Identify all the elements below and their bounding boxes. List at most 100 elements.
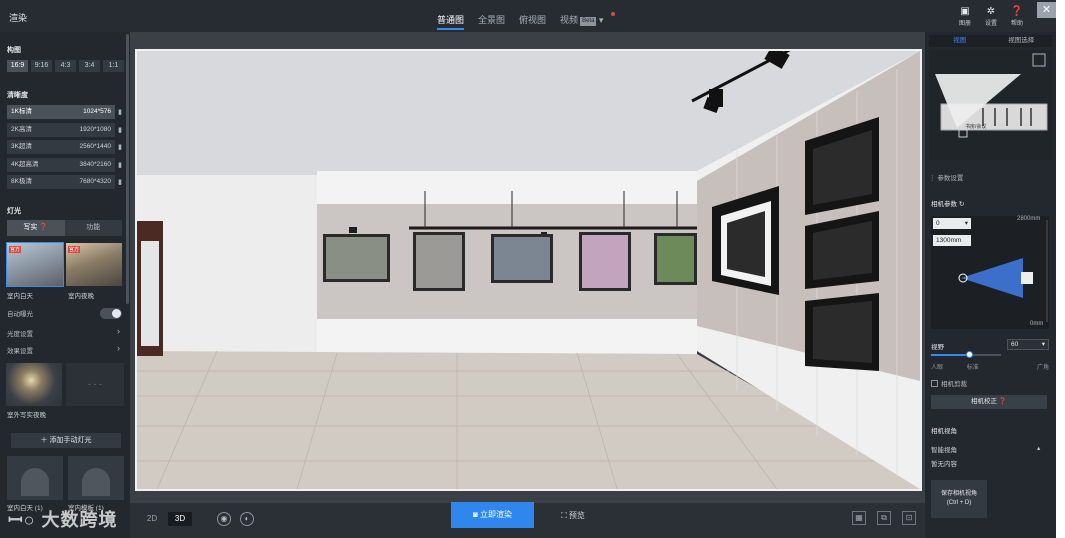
tab-panorama[interactable]: 全景图: [471, 0, 512, 32]
resolution-title: 清晰度: [7, 92, 28, 99]
effect-settings-link[interactable]: 效果设置 ›: [7, 343, 122, 355]
save-camera-view-button[interactable]: 保存相机视角 (Ctrl + D): [931, 480, 987, 518]
res-size: 1024*576: [83, 108, 111, 115]
environment-thumbnail[interactable]: [6, 363, 62, 406]
tab-realistic-label: 写实: [23, 224, 38, 231]
resolution-option-4k[interactable]: 4K超高清 3840*2160 ▮: [7, 157, 122, 172]
ratio-16-9[interactable]: 16:9: [7, 60, 28, 72]
reset-icon[interactable]: ↻: [959, 201, 964, 208]
watermark-logo: ꟷ○ 大数跨境: [8, 506, 118, 532]
fov-slider[interactable]: [931, 351, 1001, 358]
minimap-room-label: 书房/会议: [965, 124, 987, 130]
lock-icon: ▮: [118, 144, 122, 151]
notification-dot: [611, 12, 616, 16]
watermark-icon: ꟷ○: [8, 510, 36, 530]
res-name: 8K极清: [11, 178, 32, 185]
res-size: 2560*1440: [79, 143, 111, 150]
plus-icon: ＋: [40, 437, 48, 444]
help-label: 帮助: [1010, 21, 1023, 27]
res-size: 7680*4320: [79, 178, 111, 185]
auto-exposure-toggle[interactable]: [100, 308, 122, 319]
camera-icon: ◙: [472, 510, 478, 519]
camera-correct-button[interactable]: 相机校正 ❓: [931, 395, 1047, 409]
light-card[interactable]: [7, 456, 63, 500]
light-card[interactable]: [68, 456, 124, 500]
ratio-9-16[interactable]: 9:16: [31, 60, 52, 72]
environment-empty-slot[interactable]: - - -: [66, 363, 124, 406]
tab-video[interactable]: 视频 Beta ▾: [553, 0, 617, 32]
help-icon: ❓: [1010, 6, 1024, 17]
beta-badge: Beta: [580, 17, 597, 26]
chevron-up-icon[interactable]: ▴: [1037, 444, 1040, 452]
preset-indoor-night[interactable]: 官方: [66, 243, 122, 286]
lock-icon: ▮: [118, 109, 122, 116]
light-settings-link[interactable]: 光度设置 ›: [7, 326, 122, 338]
grid-view-icon[interactable]: ▦: [852, 511, 866, 525]
mode-3d-button[interactable]: 3D: [168, 512, 192, 526]
effect-settings-label: 效果设置: [7, 348, 33, 355]
eye-icon[interactable]: ◉: [217, 512, 231, 526]
screenshot-icon[interactable]: ⧉: [877, 511, 891, 525]
tab-top-view[interactable]: 俯视图: [512, 0, 553, 32]
camera-height-input[interactable]: 0 ▾: [933, 218, 971, 229]
fit-view-icon[interactable]: ⊡: [902, 511, 916, 525]
chevron-down-icon: ▾: [964, 220, 968, 227]
preset-label: 室内白天: [7, 293, 33, 300]
tab-functional[interactable]: 功能: [64, 220, 122, 236]
minimap-drawing: [935, 53, 1048, 138]
lock-icon: ▮: [118, 126, 122, 134]
resolution-option-3k[interactable]: 3K超清 2560*1440 ▮: [7, 140, 122, 154]
add-light-button[interactable]: ＋ 添加手动灯光: [11, 433, 121, 448]
ratio-4-3[interactable]: 4:3: [55, 60, 76, 72]
gallery-button[interactable]: ▣ 图册: [955, 6, 975, 27]
auto-exposure-label: 自动曝光: [7, 311, 33, 318]
no-content-label: 暂无内容: [931, 461, 957, 468]
add-light-label: 添加手动灯光: [49, 437, 92, 444]
image-icon: ▣: [960, 6, 970, 17]
app-title: 渲染: [9, 13, 28, 23]
preset-label: 室内夜晚: [68, 293, 94, 300]
top-tools: ▣ 图册 ✲ 设置 ❓ 帮助: [955, 6, 1027, 27]
render-viewport[interactable]: [130, 32, 925, 508]
res-size: 1920*1080: [79, 125, 111, 133]
mode-2d-button[interactable]: 2D: [140, 512, 164, 526]
fov-slider-knob[interactable]: [965, 351, 973, 358]
camera-distance-input[interactable]: 1300mm: [933, 235, 971, 246]
preview-button[interactable]: ⛶ 预览: [545, 506, 601, 526]
scan-icon: ⛶: [561, 511, 567, 520]
settings-button[interactable]: ✲ 设置: [981, 6, 1001, 27]
camera-diagram[interactable]: [931, 216, 1049, 329]
left-scrollbar[interactable]: [126, 34, 129, 304]
lock-icon: ▮: [118, 179, 122, 186]
checkbox[interactable]: [931, 380, 938, 387]
ratio-1-1[interactable]: 1:1: [103, 60, 124, 72]
official-tag: 官方: [9, 246, 22, 253]
right-panel-tabs: 视图 视图选择: [929, 35, 1052, 47]
fov-select[interactable]: 60 ▾: [1007, 339, 1049, 350]
tab-view-select[interactable]: 视图选择: [991, 35, 1053, 47]
compass-icon[interactable]: ◐: [240, 512, 254, 526]
close-button[interactable]: ✕: [1037, 2, 1056, 18]
resolution-option-8k[interactable]: 8K极清 7680*4320 ▮: [7, 175, 122, 189]
resolution-option-1k[interactable]: 1K标清 1024*576 ▮: [7, 105, 122, 119]
floor-minimap[interactable]: 书房/会议: [929, 50, 1052, 160]
left-panel: 构图 16:9 9:16 4:3 3:4 1:1 清晰度 1K标清 1024*57…: [0, 32, 130, 538]
settings-label: 设置: [984, 21, 997, 27]
tab-normal-view[interactable]: 普通图: [430, 0, 471, 32]
render-app: 渲染 普通图 全景图 俯视图 视频 Beta ▾ ▣ 图册 ✲ 设置 ❓ 帮助 构图 1…: [0, 0, 1056, 538]
tab-view[interactable]: 视图: [929, 35, 991, 47]
help-button[interactable]: ❓ 帮助: [1007, 6, 1027, 27]
gallery-scene[interactable]: [135, 49, 922, 491]
tab-realistic[interactable]: 写实 ❓: [7, 220, 65, 236]
preset-indoor-day[interactable]: 官方: [6, 242, 64, 287]
lighting-tabs: 写实 ❓ 功能: [7, 220, 122, 236]
fov-marks: 人眼 标准 广角: [931, 362, 1049, 371]
light-cone-icon: [21, 468, 49, 496]
camera-clip-checkbox[interactable]: 相机剪裁: [931, 378, 967, 388]
right-panel: 视图 视图选择 书房/会议 ⋮ 参数设置 相机参数 ↻ 0 ▾ 1300mm 2…: [925, 32, 1056, 538]
resolution-option-2k[interactable]: 2K高清 1920*1080 ▮: [7, 122, 122, 137]
render-now-button[interactable]: ◙ 立即渲染: [451, 502, 534, 528]
ratio-3-4[interactable]: 3:4: [79, 60, 100, 72]
fov-label: 视野: [931, 344, 944, 351]
camera-correct-label: 相机校正: [971, 398, 998, 405]
